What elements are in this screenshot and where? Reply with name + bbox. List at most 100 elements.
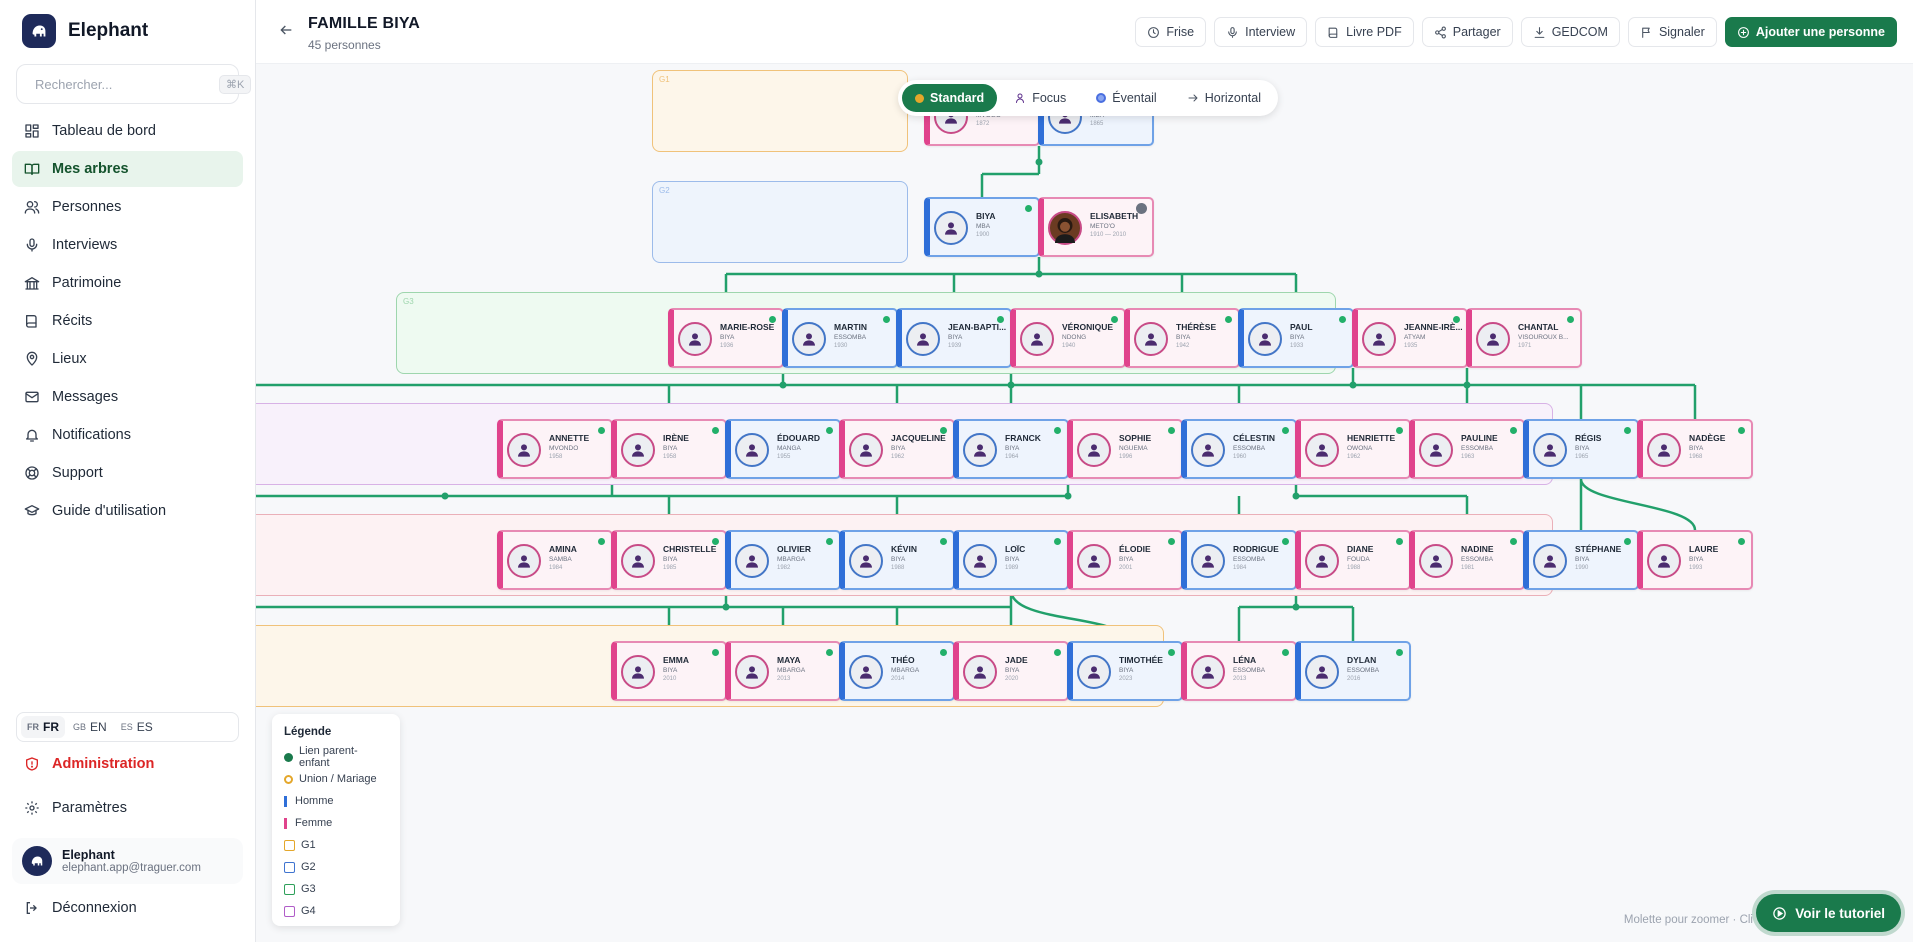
back-button[interactable] — [278, 22, 294, 43]
link-node — [1349, 381, 1357, 389]
view-switcher: Standard Focus Éventail Horizontal — [898, 80, 1278, 116]
person-years: 1910 — 2010 — [1090, 232, 1127, 238]
person-years: 1936 — [720, 343, 734, 349]
person-card[interactable]: IRÈNE BIYA 1958 — [611, 419, 727, 479]
person-card[interactable]: HENRIETTE OWONA 1962 — [1295, 419, 1411, 479]
view-label: Horizontal — [1204, 91, 1261, 105]
person-card[interactable]: ANNETTE MVONDO 1958 — [497, 419, 613, 479]
sidebar-item-administration[interactable]: Administration — [24, 756, 154, 772]
partager-button[interactable]: Partager — [1421, 17, 1513, 47]
person-card[interactable]: THÉRÈSE BIYA 1942 — [1124, 308, 1240, 368]
sidebar-item-messages[interactable]: Messages — [12, 379, 243, 415]
sidebar-item-personnes[interactable]: Personnes — [12, 189, 243, 225]
person-card[interactable]: LAURE BIYA 1993 — [1637, 530, 1753, 590]
person-card[interactable]: NADINE ESSOMBA 1981 — [1409, 530, 1525, 590]
person-card[interactable]: SOPHIE NGUEMA 1996 — [1067, 419, 1183, 479]
brand[interactable]: Elephant — [22, 14, 148, 48]
person-card[interactable]: JADE BIYA 2020 — [953, 641, 1069, 701]
sidebar-item-interviews[interactable]: Interviews — [12, 227, 243, 263]
button-label: GEDCOM — [1551, 25, 1608, 39]
generation-label: G2 — [659, 186, 670, 195]
tree-canvas[interactable]: G1G2G3G4 AKOAMVOGO1872NGOLOMBA1865BIYAMB… — [256, 64, 1913, 942]
person-last-name: BIYA — [1689, 556, 1704, 563]
person-card[interactable]: TIMOTHÉE BIYA 2023 — [1067, 641, 1183, 701]
person-card[interactable]: JEAN-BAPTI... BIYA 1939 — [896, 308, 1012, 368]
person-card[interactable]: LÉNA ESSOMBA 2013 — [1181, 641, 1297, 701]
person-card[interactable]: OLIVIER MBARGA 1982 — [725, 530, 841, 590]
person-card[interactable]: CÉLESTIN ESSOMBA 1960 — [1181, 419, 1297, 479]
signaler-button[interactable]: Signaler — [1627, 17, 1717, 47]
person-card[interactable]: AMINA SAMBA 1984 — [497, 530, 613, 590]
person-last-name: ESSOMBA — [1233, 556, 1266, 563]
person-card[interactable]: PAULINE ESSOMBA 1963 — [1409, 419, 1525, 479]
person-card[interactable]: BIYA MBA 1900 — [924, 197, 1040, 257]
person-card[interactable]: MARTIN ESSOMBA 1930 — [782, 308, 898, 368]
status-dot — [1111, 316, 1118, 323]
tutorial-button[interactable]: Voir le tutoriel — [1756, 894, 1901, 932]
person-card[interactable]: CHRISTELLE BIYA 1985 — [611, 530, 727, 590]
sidebar-item-patrimoine[interactable]: Patrimoine — [12, 265, 243, 301]
sidebar-item-settings[interactable]: Paramètres — [24, 800, 127, 816]
ajouter-une-personne-button[interactable]: Ajouter une personne — [1724, 17, 1897, 47]
view-horizontal[interactable]: Horizontal — [1174, 84, 1274, 112]
person-years: 1900 — [976, 232, 990, 238]
sidebar-item-r-cits[interactable]: Récits — [12, 303, 243, 339]
language-option-en[interactable]: GB EN — [67, 716, 113, 738]
person-card[interactable]: ÉDOUARD MANGA 1955 — [725, 419, 841, 479]
person-card[interactable]: MAYA MBARGA 2013 — [725, 641, 841, 701]
person-card[interactable]: DIANE FOUDA 1988 — [1295, 530, 1411, 590]
person-years: 1968 — [1689, 454, 1703, 460]
person-years: 1942 — [1176, 343, 1190, 349]
search-box[interactable]: ⌘K — [16, 64, 252, 104]
sidebar-item-lieux[interactable]: Lieux — [12, 341, 243, 377]
map-pin-icon — [26, 351, 38, 366]
language-option-es[interactable]: ES ES — [115, 716, 159, 738]
person-card[interactable]: FRANCK BIYA 1964 — [953, 419, 1069, 479]
person-last-name: ESSOMBA — [1461, 445, 1494, 452]
person-card[interactable]: KÉVIN BIYA 1988 — [839, 530, 955, 590]
view-standard[interactable]: Standard — [902, 84, 998, 112]
person-card[interactable]: DYLAN ESSOMBA 2016 — [1295, 641, 1411, 701]
view-focus[interactable]: Focus — [1001, 84, 1079, 112]
sidebar-item-support[interactable]: Support — [12, 455, 243, 491]
person-card[interactable]: CHANTAL VISOUROUX B... 1971 — [1466, 308, 1582, 368]
status-dot — [1225, 316, 1232, 323]
sidebar-item-label: Tableau de bord — [52, 123, 156, 139]
sidebar-nav: Tableau de bord Mes arbres Personnes Interv… — [12, 113, 243, 531]
avatar — [1419, 544, 1453, 578]
person-card[interactable]: LOÏC BIYA 1989 — [953, 530, 1069, 590]
person-card[interactable]: THÉO MBARGA 2014 — [839, 641, 955, 701]
person-card[interactable]: JACQUELINE BIYA 1962 — [839, 419, 955, 479]
avatar — [1533, 544, 1567, 578]
legend-item: Union / Mariage — [284, 768, 388, 790]
person-card[interactable]: JEANNE-IRÈ... ATYAM 1935 — [1352, 308, 1468, 368]
sidebar-item-notifications[interactable]: Notifications — [12, 417, 243, 453]
person-card[interactable]: ÉLODIE BIYA 2001 — [1067, 530, 1183, 590]
view-eventail[interactable]: Éventail — [1083, 84, 1169, 112]
person-first-name: MAYA — [777, 655, 801, 665]
frise-button[interactable]: Frise — [1135, 17, 1207, 47]
livre-pdf-button[interactable]: Livre PDF — [1315, 17, 1414, 47]
sidebar-item-tableau-de-bord[interactable]: Tableau de bord — [12, 113, 243, 149]
search-input[interactable] — [35, 76, 211, 92]
interview-button[interactable]: Interview — [1214, 17, 1308, 47]
sidebar-item-mes-arbres[interactable]: Mes arbres — [12, 151, 243, 187]
person-card[interactable]: MARIE-ROSE BIYA 1936 — [668, 308, 784, 368]
person-card[interactable]: RÉGIS BIYA 1965 — [1523, 419, 1639, 479]
person-card[interactable]: VÉRONIQUE NDONG 1940 — [1010, 308, 1126, 368]
person-card[interactable]: RODRIGUE ESSOMBA 1984 — [1181, 530, 1297, 590]
avatar — [621, 433, 655, 467]
person-years: 1964 — [1005, 454, 1019, 460]
person-card[interactable]: STÉPHANE BIYA 1990 — [1523, 530, 1639, 590]
person-card[interactable]: NADÈGE BIYA 1968 — [1637, 419, 1753, 479]
user-card[interactable]: Elephant elephant.app@traguer.com — [12, 838, 243, 884]
person-card[interactable]: EMMA BIYA 2010 — [611, 641, 727, 701]
person-card[interactable]: PAUL BIYA 1933 — [1238, 308, 1354, 368]
status-dot — [997, 316, 1004, 323]
logout-button[interactable]: Déconnexion — [24, 900, 137, 916]
sidebar-item-guide-d-utilisation[interactable]: Guide d'utilisation — [12, 493, 243, 529]
language-option-fr[interactable]: FR FR — [21, 716, 65, 738]
gedcom-button[interactable]: GEDCOM — [1520, 17, 1620, 47]
bell-icon — [26, 429, 38, 442]
person-card[interactable]: ELISABETH METO'O 1910 — 2010 — [1038, 197, 1154, 257]
